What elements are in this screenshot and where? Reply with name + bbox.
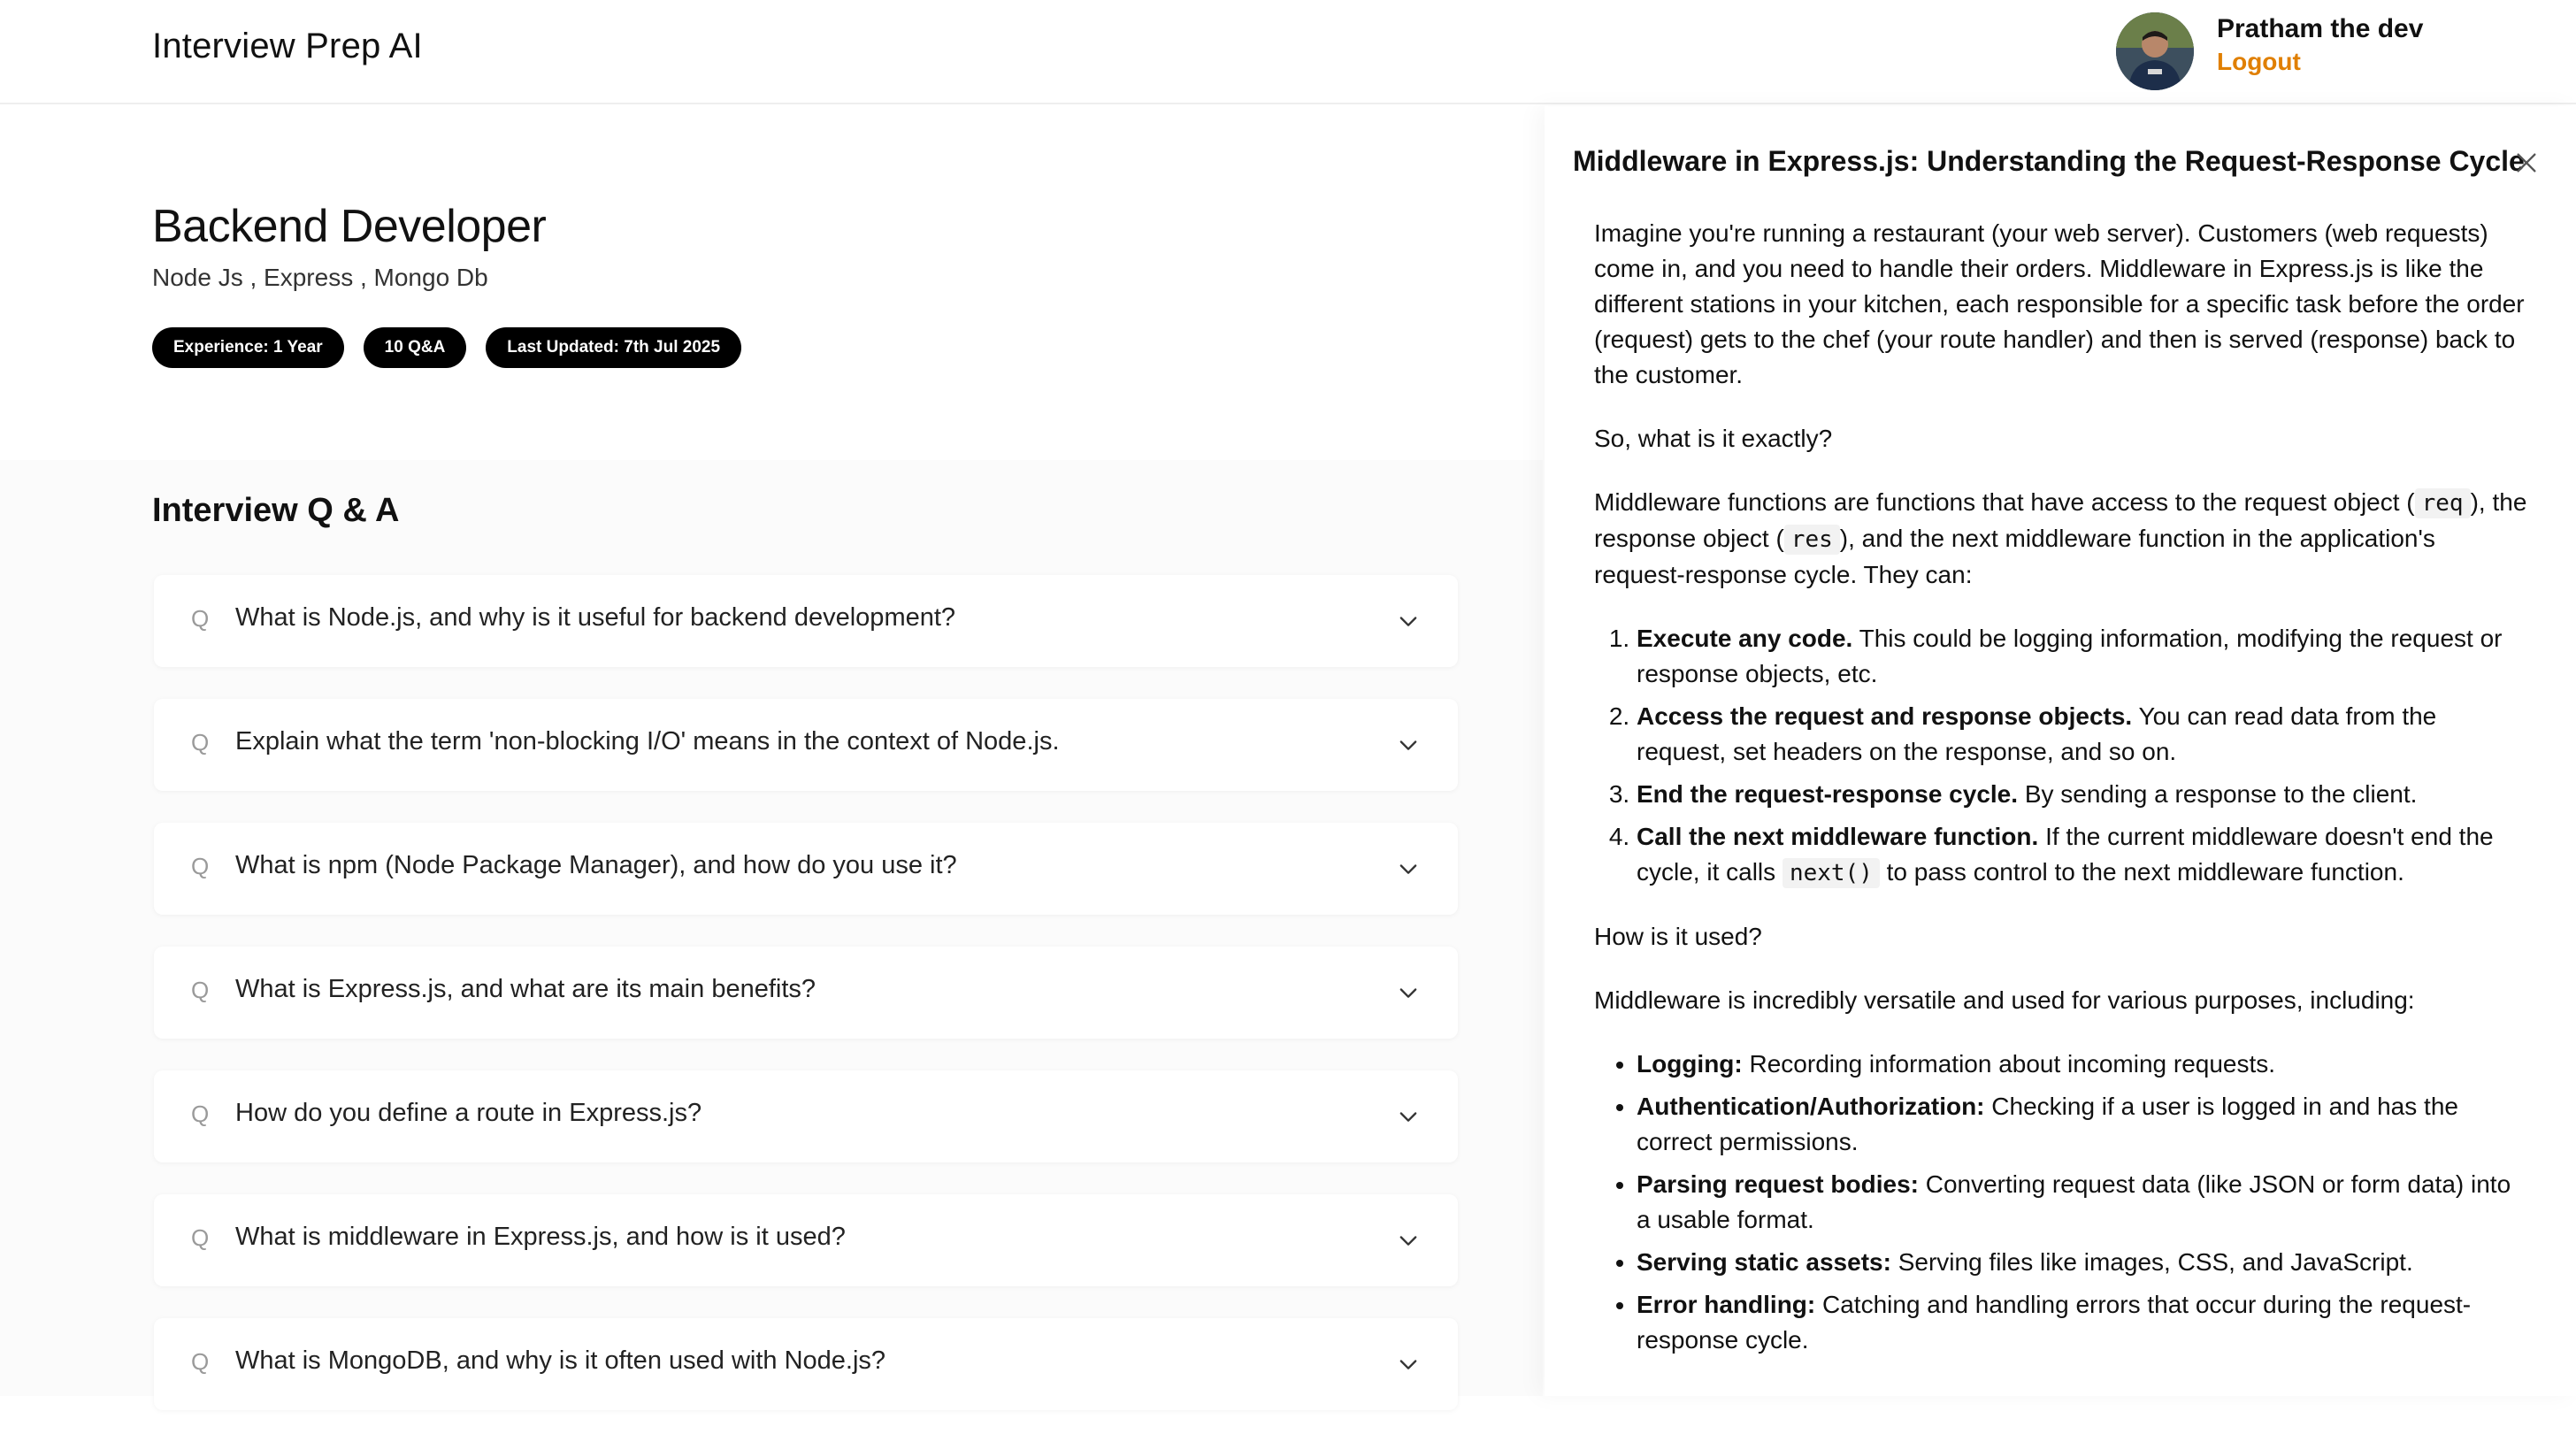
list-item-text: By sending a response to the client. (2018, 780, 2418, 808)
top-navbar: Interview Prep AI Pratham the dev Logout (0, 0, 2576, 104)
code-res: res (1783, 525, 1840, 555)
uses-list: Logging: Recording information about inc… (1637, 1047, 2528, 1358)
list-item-bold: Error handling: (1637, 1291, 1816, 1318)
close-icon[interactable] (2512, 149, 2541, 177)
list-item: Logging: Recording information about inc… (1637, 1047, 2528, 1082)
avatar-image (2116, 12, 2194, 90)
list-item: Execute any code. This could be logging … (1637, 621, 2528, 692)
chevron-down-icon[interactable] (1396, 856, 1421, 881)
uses-intro: Middleware is incredibly versatile and u… (1594, 986, 2415, 1014)
qa-item[interactable]: Q What is Express.js, and what are its m… (154, 947, 1458, 1039)
chevron-down-icon[interactable] (1396, 1352, 1421, 1377)
app-title[interactable]: Interview Prep AI (152, 27, 423, 66)
list-item: Parsing request bodies: Converting reque… (1637, 1167, 2528, 1238)
list-item: Call the next middleware function. If th… (1637, 819, 2528, 891)
question-text: What is npm (Node Package Manager), and … (235, 851, 957, 879)
list-item-bold: Parsing request bodies: (1637, 1170, 1919, 1198)
list-item-bold: Call the next middleware function. (1637, 823, 2039, 850)
subheading-how: How is it used? (1594, 923, 1762, 950)
code-next: next() (1782, 858, 1880, 888)
experience-badge: Experience: 1 Year (152, 327, 344, 368)
question-icon: Q (191, 1224, 210, 1251)
logout-link[interactable]: Logout (2217, 48, 2301, 76)
list-item-text: Serving files like images, CSS, and Java… (1890, 1248, 2413, 1276)
question-text: What is middleware in Express.js, and ho… (235, 1223, 846, 1251)
list-item-bold: End the request-response cycle. (1637, 780, 2019, 808)
qa-item[interactable]: Q What is middleware in Express.js, and … (154, 1194, 1458, 1286)
qa-item[interactable]: Q What is Node.js, and why is it useful … (154, 575, 1458, 667)
question-icon: Q (191, 853, 210, 879)
last-updated-badge: Last Updated: 7th Jul 2025 (486, 327, 742, 368)
definition-paragraph: Middleware functions are functions that … (1594, 485, 2528, 593)
list-item-bold: Logging: (1637, 1050, 1743, 1078)
qa-heading: Interview Q & A (152, 492, 400, 529)
explanation-content: Imagine you're running a restaurant (you… (1594, 216, 2528, 1386)
chevron-down-icon[interactable] (1396, 1104, 1421, 1129)
chevron-down-icon[interactable] (1396, 1228, 1421, 1253)
question-icon: Q (191, 1348, 210, 1375)
list-item-text: to pass control to the next middleware f… (1879, 858, 2404, 886)
list-item-bold: Authentication/Authorization: (1637, 1093, 1985, 1120)
code-req: req (2414, 488, 2471, 518)
question-icon: Q (191, 605, 210, 632)
qa-count-badge: 10 Q&A (363, 327, 467, 368)
list-item-bold: Access the request and response objects. (1637, 702, 2133, 730)
list-item: Serving static assets: Serving files lik… (1637, 1245, 2528, 1280)
question-icon: Q (191, 977, 210, 1003)
list-item: Access the request and response objects.… (1637, 699, 2528, 770)
qa-item[interactable]: Q How do you define a route in Express.j… (154, 1070, 1458, 1162)
subheading-what: So, what is it exactly? (1594, 425, 1833, 452)
user-name: Pratham the dev (2217, 14, 2424, 43)
qa-item[interactable]: Q Explain what the term 'non-blocking I/… (154, 699, 1458, 791)
drawer-title: Middleware in Express.js: Understanding … (1573, 145, 2525, 177)
question-text: How do you define a route in Express.js? (235, 1099, 702, 1127)
list-item-bold: Serving static assets: (1637, 1248, 1891, 1276)
explanation-drawer: Middleware in Express.js: Understanding … (1545, 106, 2576, 1396)
question-text: What is Node.js, and why is it useful fo… (235, 603, 956, 632)
list-item: Authentication/Authorization: Checking i… (1637, 1089, 2528, 1160)
chevron-down-icon[interactable] (1396, 609, 1421, 633)
qa-section: Interview Q & A Q What is Node.js, and w… (0, 460, 1543, 1410)
session-badges: Experience: 1 Year 10 Q&A Last Updated: … (152, 327, 742, 368)
topics-to-focus: Node Js , Express , Mongo Db (152, 264, 488, 291)
chevron-down-icon[interactable] (1396, 733, 1421, 757)
list-item: Error handling: Catching and handling er… (1637, 1287, 2528, 1358)
role-title: Backend Developer (152, 201, 547, 252)
qa-list: Q What is Node.js, and why is it useful … (154, 575, 1458, 1442)
session-summary: Backend Developer Node Js , Express , Mo… (0, 106, 1543, 460)
list-item-bold: Execute any code. (1637, 625, 1853, 652)
qa-item[interactable]: Q What is MongoDB, and why is it often u… (154, 1318, 1458, 1410)
avatar[interactable] (2116, 12, 2194, 90)
chevron-down-icon[interactable] (1396, 980, 1421, 1005)
list-item-text: Recording information about incoming req… (1742, 1050, 2276, 1078)
qa-item[interactable]: Q What is npm (Node Package Manager), an… (154, 823, 1458, 915)
definition-text: Middleware functions are functions that … (1594, 488, 2415, 516)
question-icon: Q (191, 729, 210, 756)
list-item: End the request-response cycle. By sendi… (1637, 777, 2528, 812)
question-text: What is MongoDB, and why is it often use… (235, 1346, 886, 1375)
capabilities-list: Execute any code. This could be logging … (1637, 621, 2528, 891)
intro-paragraph: Imagine you're running a restaurant (you… (1594, 219, 2525, 388)
question-icon: Q (191, 1101, 210, 1127)
question-text: What is Express.js, and what are its mai… (235, 975, 816, 1003)
question-text: Explain what the term 'non-blocking I/O'… (235, 727, 1060, 756)
